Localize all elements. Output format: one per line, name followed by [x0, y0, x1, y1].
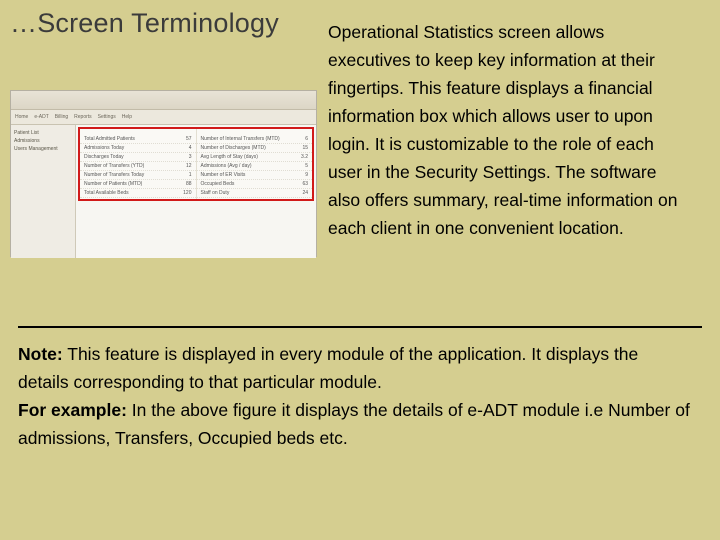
note-text-1: This feature is displayed in every modul… [18, 344, 638, 392]
stat-row: Avg Length of Stay (days)3.2 [197, 153, 313, 162]
screenshot-titlebar [11, 91, 316, 110]
stat-row: Number of Transfers (YTD)12 [80, 162, 196, 171]
sidebar-item: Users Management [14, 145, 72, 153]
stat-row: Total Available Beds120 [80, 189, 196, 198]
stat-row: Number of ER Visits9 [197, 171, 313, 180]
slide: …Screen Terminology Operational Statisti… [0, 0, 720, 540]
stats-column-right: Number of Internal Transfers (MTD)6 Numb… [196, 129, 313, 199]
screenshot-tab: Settings [98, 114, 116, 120]
highlight-box: Total Admitted Patients57 Admissions Tod… [78, 127, 314, 201]
stat-row: Number of Transfers Today1 [80, 171, 196, 180]
stat-row: Occupied Beds63 [197, 180, 313, 189]
screenshot-tabs: Home e-ADT Billing Reports Settings Help [11, 110, 316, 125]
stat-row: Staff on Duty24 [197, 189, 313, 198]
stat-row: Number of Discharges (MTD)15 [197, 144, 313, 153]
screenshot-tab: e-ADT [34, 114, 48, 120]
sidebar-item: Patient List [14, 129, 72, 137]
stat-row: Number of Patients (MTD)88 [80, 180, 196, 189]
screenshot-tab: Reports [74, 114, 92, 120]
sidebar-item: Admissions [14, 137, 72, 145]
screenshot-tab: Billing [55, 114, 68, 120]
stats-column-left: Total Admitted Patients57 Admissions Tod… [80, 129, 196, 199]
slide-title: …Screen Terminology [10, 8, 279, 39]
stat-row: Total Admitted Patients57 [80, 135, 196, 144]
screenshot-tab: Home [15, 114, 28, 120]
stat-row: Number of Internal Transfers (MTD)6 [197, 135, 313, 144]
stat-row: Admissions (Avg / day)5 [197, 162, 313, 171]
horizontal-divider [18, 326, 702, 328]
embedded-screenshot: Home e-ADT Billing Reports Settings Help… [10, 90, 317, 257]
example-label: For example: [18, 400, 127, 420]
note-label: Note: [18, 344, 63, 364]
screenshot-body: Patient List Admissions Users Management… [11, 125, 316, 258]
screenshot-tab: Help [122, 114, 132, 120]
stat-row: Admissions Today4 [80, 144, 196, 153]
note-paragraph: Note: This feature is displayed in every… [18, 340, 692, 452]
stat-row: Discharges Today3 [80, 153, 196, 162]
screenshot-main: Total Admitted Patients57 Admissions Tod… [76, 125, 316, 258]
body-paragraph: Operational Statistics screen allows exe… [328, 18, 688, 242]
screenshot-sidebar: Patient List Admissions Users Management [11, 125, 76, 258]
